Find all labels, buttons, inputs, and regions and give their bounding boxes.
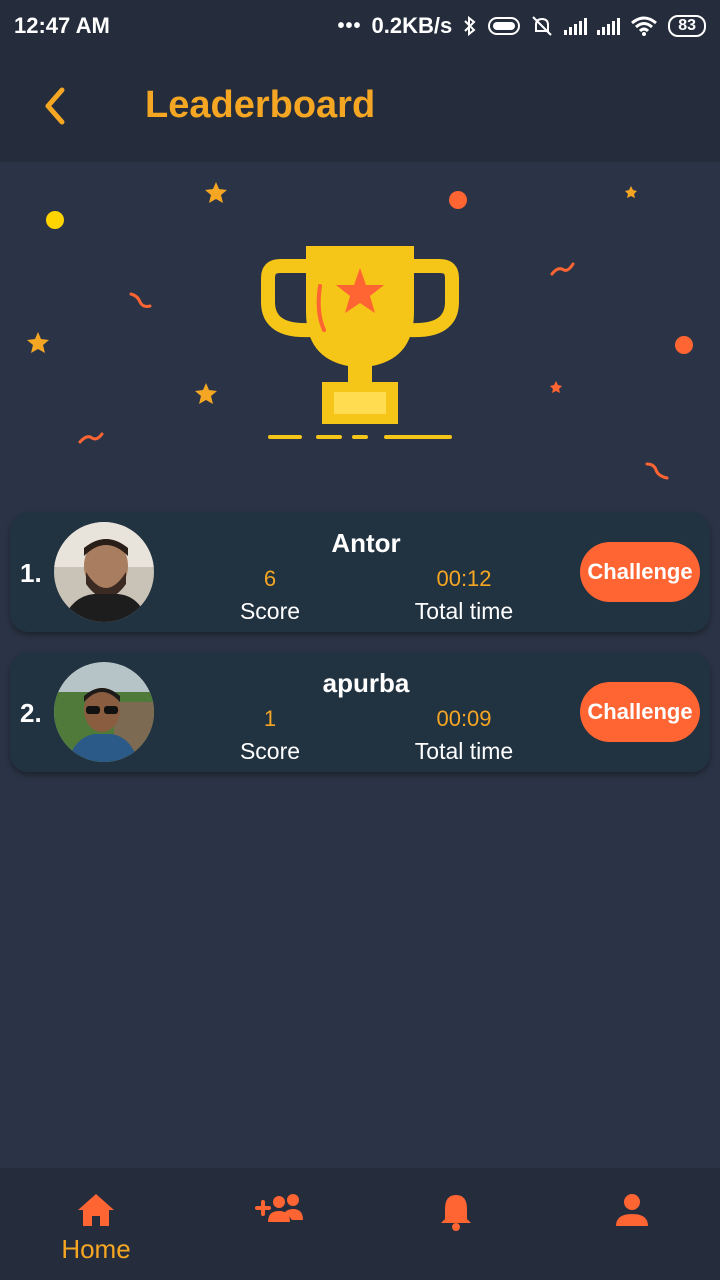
rank-label: 2. (20, 698, 42, 728)
avatar (54, 522, 154, 622)
time-label: Total time (414, 738, 514, 764)
wifi-icon (631, 16, 658, 36)
nav-add-friends[interactable] (190, 1168, 370, 1280)
nav-home-label: Home (61, 1234, 131, 1264)
nav-profile[interactable] (542, 1168, 720, 1280)
app-header: Leaderboard (0, 52, 720, 162)
player-name: apurba (322, 668, 410, 698)
trophy-hero (0, 162, 720, 502)
score-value: 1 (263, 706, 277, 731)
trophy-icon (261, 246, 459, 439)
bluetooth-icon (464, 15, 476, 37)
back-button[interactable] (38, 86, 74, 126)
silent-icon (532, 16, 552, 36)
challenge-button[interactable]: Challenge (580, 542, 700, 602)
score-label: Score (239, 598, 301, 624)
signal-icon (597, 17, 621, 35)
home-icon (78, 1194, 114, 1226)
trophy-illustration (27, 182, 693, 480)
signal-icon (564, 17, 588, 35)
bell-icon (441, 1195, 471, 1231)
chevron-left-icon (45, 87, 65, 125)
score-label: Score (239, 738, 301, 764)
toggle-icon (488, 17, 521, 35)
leaderboard-card: 1. Antor 6 Score 00:12 Total time Challe… (10, 512, 710, 632)
avatar (54, 662, 154, 762)
leaderboard-card: 2. apurba 1 Score 00:09 Total time Chall… (10, 652, 710, 772)
nav-notifications[interactable] (366, 1168, 546, 1280)
player-name: Antor (331, 528, 401, 558)
bottom-navigation: Home (0, 1168, 720, 1280)
time-label: Total time (414, 598, 514, 624)
score-value: 6 (263, 566, 277, 591)
rank-label: 1. (20, 558, 42, 588)
battery-icon: 83 (668, 15, 706, 37)
add-friends-icon (255, 1194, 303, 1222)
status-icons: ••• 0.2KB/s 83 (337, 13, 706, 39)
network-speed: 0.2KB/s (371, 13, 453, 38)
status-dots: ••• (337, 14, 362, 37)
status-bar: 12:47 AM ••• 0.2KB/s 83 (0, 0, 720, 52)
status-time: 12:47 AM (14, 13, 110, 38)
nav-home[interactable]: Home (6, 1168, 186, 1280)
time-value: 00:12 (436, 566, 492, 591)
time-value: 00:09 (436, 706, 492, 731)
profile-icon (616, 1194, 648, 1226)
page-title: Leaderboard (145, 84, 376, 126)
challenge-button[interactable]: Challenge (580, 682, 700, 742)
